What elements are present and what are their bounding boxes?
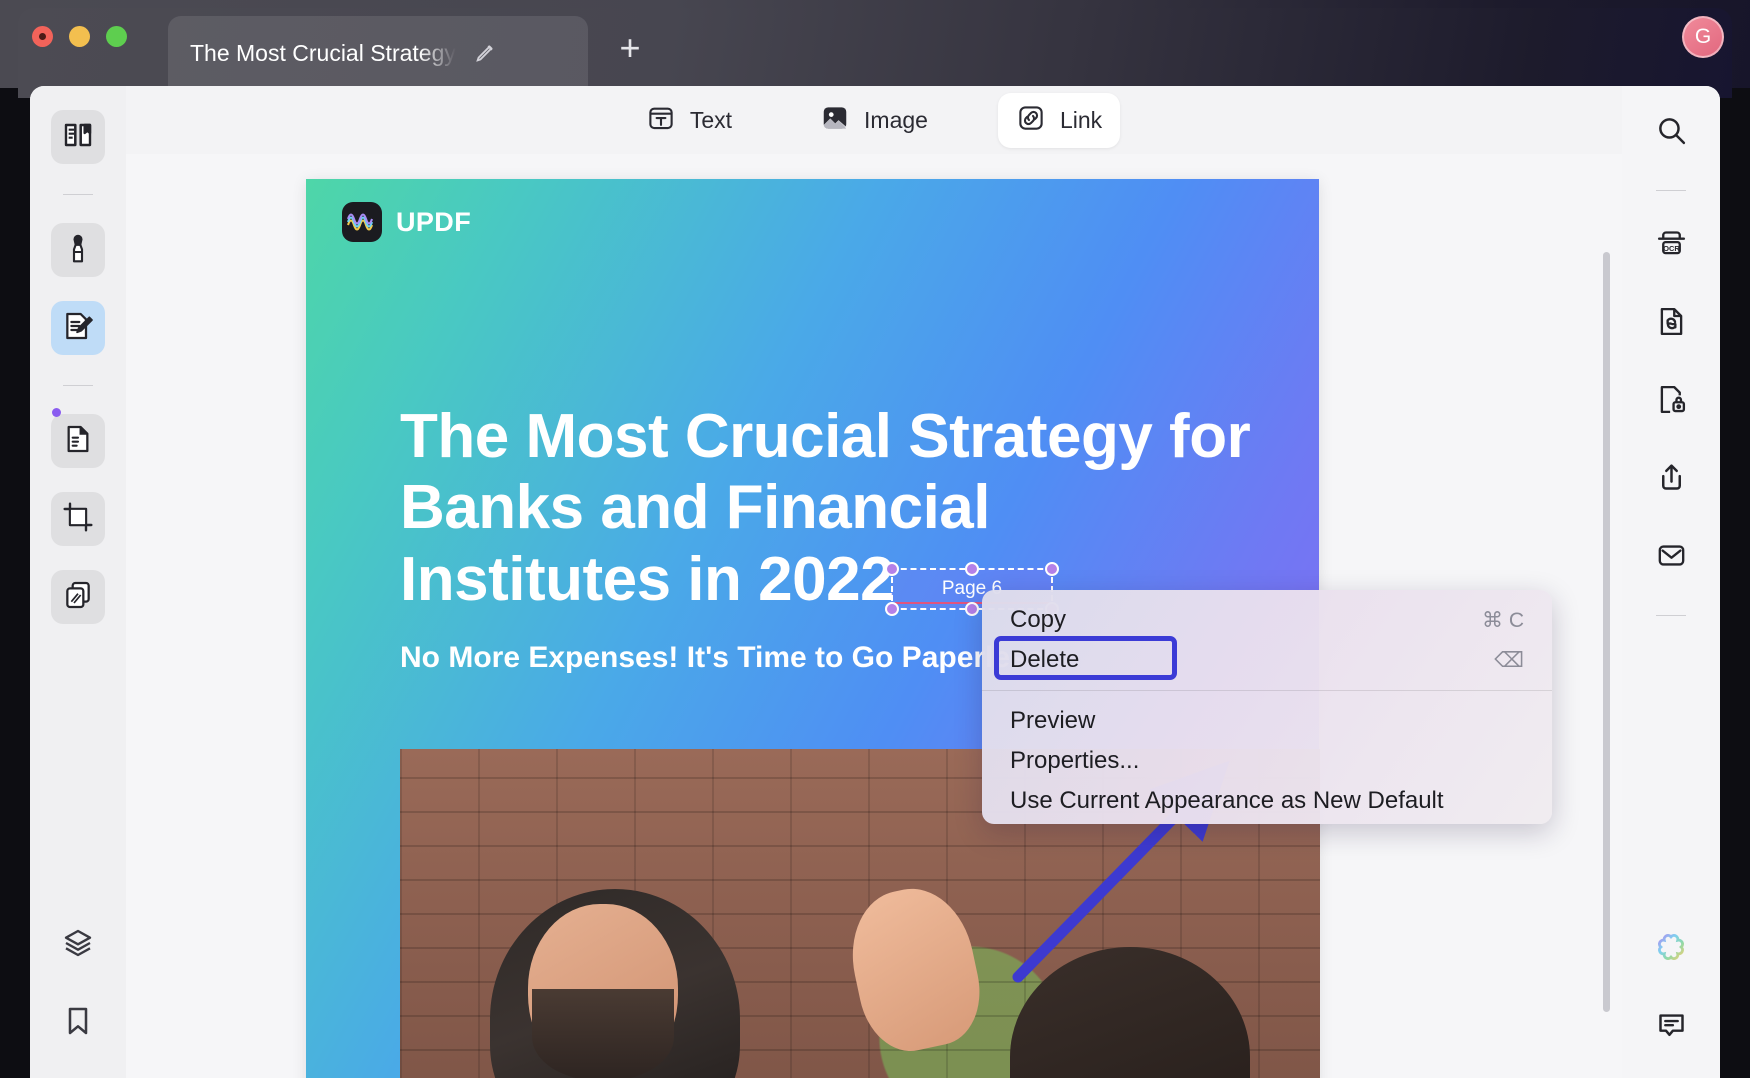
mail-envelope-icon — [1655, 539, 1688, 577]
updf-logo: UPDF — [342, 202, 471, 242]
context-menu-item-properties[interactable]: Properties... — [982, 741, 1552, 781]
ai-flower-icon — [1653, 929, 1689, 970]
context-menu-item-copy-label: Copy — [1010, 606, 1067, 633]
sidebar-item-crop-pages[interactable] — [51, 492, 105, 546]
right-sidebar-divider-1 — [1656, 190, 1686, 191]
highlighter-icon — [62, 232, 94, 269]
document-lock-icon — [1655, 383, 1688, 421]
sidebar-item-protect[interactable] — [1644, 375, 1698, 429]
sidebar-item-ai-assistant[interactable] — [1644, 922, 1698, 976]
context-menu-divider — [982, 690, 1552, 691]
context-menu-item-delete-shortcut: ⌫ — [1494, 648, 1524, 672]
right-sidebar: OCR — [1622, 86, 1720, 1078]
resize-handle-top-left[interactable] — [885, 562, 899, 576]
page-headline: The Most Crucial Strategy for Banks and … — [400, 402, 1251, 614]
right-sidebar-divider-2 — [1656, 615, 1686, 616]
text-box-icon — [646, 103, 676, 138]
context-menu-item-copy-shortcut: ⌘ C — [1482, 608, 1524, 632]
app-body: Text Image Link UPDF The Most Crucial St… — [30, 86, 1720, 1078]
active-tool-dot-indicator — [52, 408, 61, 417]
link-chain-icon — [1016, 103, 1046, 138]
share-upload-icon — [1655, 461, 1688, 499]
new-tab-button[interactable]: + — [612, 30, 648, 66]
updf-logo-text: UPDF — [396, 206, 472, 237]
search-icon — [1655, 114, 1688, 152]
traffic-lights — [32, 26, 127, 47]
resize-handle-top-right[interactable] — [1045, 562, 1059, 576]
sidebar-item-email[interactable] — [1644, 531, 1698, 585]
convert-document-icon — [1655, 305, 1688, 343]
vertical-scrollbar[interactable] — [1603, 252, 1610, 1012]
sidebar-divider-2 — [63, 385, 93, 386]
sidebar-item-layers[interactable] — [51, 918, 105, 972]
resize-handle-top-center[interactable] — [965, 562, 979, 576]
toolbar-item-text[interactable]: Text — [628, 93, 750, 148]
context-menu-item-use-current-appearance-label: Use Current Appearance as New Default — [1010, 787, 1444, 814]
comment-bubble-icon — [1655, 1008, 1688, 1046]
maximize-window-button[interactable] — [106, 26, 127, 47]
crop-icon — [62, 501, 94, 538]
sidebar-item-comments[interactable] — [1644, 1000, 1698, 1054]
avatar[interactable]: G — [1682, 16, 1724, 58]
sidebar-item-share[interactable] — [1644, 453, 1698, 507]
sidebar-item-ocr[interactable]: OCR — [1644, 219, 1698, 273]
context-menu-item-properties-label: Properties... — [1010, 747, 1140, 774]
resize-handle-bottom-center[interactable] — [965, 602, 979, 616]
document-tab[interactable]: The Most Crucial Strategy — [168, 16, 588, 90]
title-bar: The Most Crucial Strategy + G — [0, 0, 1750, 98]
sidebar-item-edit-pdf[interactable] — [51, 301, 105, 355]
context-menu-item-copy[interactable]: Copy ⌘ C — [982, 600, 1552, 640]
context-menu-item-preview[interactable]: Preview — [982, 701, 1552, 741]
toolbar-item-link-label: Link — [1059, 106, 1103, 133]
sidebar-item-annotate[interactable] — [51, 223, 105, 277]
context-menu-item-preview-label: Preview — [1010, 707, 1096, 734]
app-window: The Most Crucial Strategy + G Text Image… — [0, 0, 1750, 1078]
updf-mark-icon — [342, 202, 382, 242]
image-icon — [820, 103, 850, 138]
toolbar-item-image[interactable]: Image — [802, 93, 946, 148]
context-menu[interactable]: Copy ⌘ C Delete ⌫ Preview Properties... … — [982, 590, 1552, 824]
sidebar-item-organize-pages[interactable] — [51, 414, 105, 468]
sidebar-item-search[interactable] — [1644, 106, 1698, 160]
toolbar-item-link[interactable]: Link — [997, 92, 1121, 168]
svg-text:OCR: OCR — [1663, 244, 1680, 253]
resize-handle-bottom-left[interactable] — [885, 602, 899, 616]
pencil-icon[interactable] — [474, 42, 496, 64]
open-book-icon — [62, 119, 94, 156]
sidebar-divider-1 — [63, 194, 93, 195]
bookmark-icon — [62, 1005, 94, 1042]
context-menu-item-use-current-appearance[interactable]: Use Current Appearance as New Default — [982, 781, 1552, 821]
sidebar-item-convert[interactable] — [1644, 297, 1698, 351]
ocr-icon: OCR — [1655, 227, 1688, 265]
context-menu-item-delete[interactable]: Delete ⌫ — [982, 640, 1552, 680]
sidebar-item-reader-mode[interactable] — [51, 110, 105, 164]
toolbar-item-image-label: Image — [864, 106, 928, 133]
edit-document-icon — [62, 310, 94, 347]
toolbar-item-text-label: Text — [689, 106, 733, 133]
layers-icon — [62, 927, 94, 964]
close-window-button[interactable] — [32, 26, 53, 47]
document-tab-title: The Most Crucial Strategy — [190, 39, 456, 66]
sidebar-item-bookmarks[interactable] — [51, 996, 105, 1050]
stacked-pages-icon — [62, 579, 94, 616]
left-sidebar — [30, 86, 126, 1078]
edit-toolbar: Text Image Link — [126, 86, 1622, 168]
sidebar-item-batch-process[interactable] — [51, 570, 105, 624]
context-menu-item-delete-label: Delete — [1010, 646, 1080, 673]
minimize-window-button[interactable] — [69, 26, 90, 47]
person-left-beard — [532, 989, 674, 1078]
page-organize-icon — [62, 423, 94, 460]
